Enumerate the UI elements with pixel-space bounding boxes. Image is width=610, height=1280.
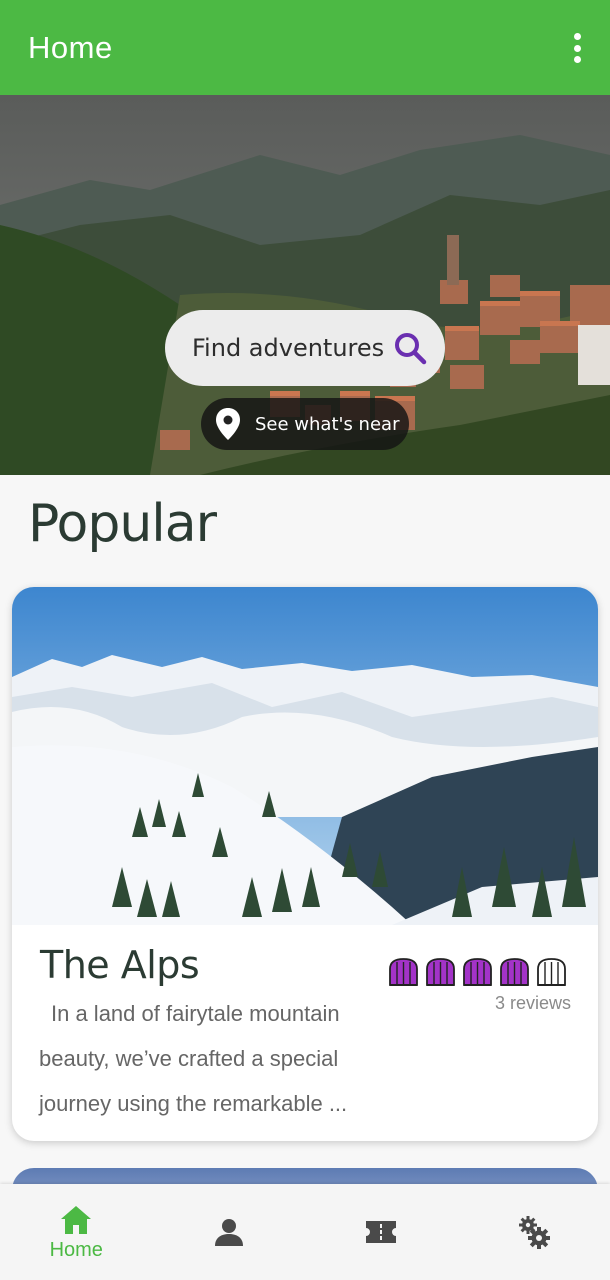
hero-banner: Find adventures See what's near xyxy=(0,95,610,475)
rating-icon-empty xyxy=(537,958,566,986)
nav-item-settings[interactable] xyxy=(458,1184,610,1280)
nav-item-tickets[interactable] xyxy=(305,1184,458,1280)
search-icon[interactable] xyxy=(393,331,427,365)
settings-icon xyxy=(518,1216,550,1249)
see-whats-near-label: See what's near xyxy=(255,413,400,435)
section-title-popular: Popular xyxy=(28,494,217,554)
more-options-icon[interactable] xyxy=(572,33,582,63)
nav-label-home: Home xyxy=(49,1238,103,1261)
rating-stars xyxy=(388,957,567,987)
nav-item-home[interactable]: Home xyxy=(0,1184,153,1280)
bottom-navigation: Home xyxy=(0,1184,610,1280)
rating-icon-filled xyxy=(500,958,529,986)
search-bar[interactable]: Find adventures xyxy=(165,310,445,386)
rating-icon-filled xyxy=(389,958,418,986)
app-bar: Home xyxy=(0,0,610,95)
page-title: Home xyxy=(28,29,113,65)
adventure-card[interactable]: The Alps 3 reviews In a land of fairytal… xyxy=(12,587,598,1141)
location-pin-icon xyxy=(216,408,240,440)
person-icon xyxy=(214,1219,243,1246)
see-whats-near-button[interactable]: See what's near xyxy=(201,398,409,450)
rating-icon-filled xyxy=(426,958,455,986)
alps-image xyxy=(12,587,598,925)
rating-icon-filled xyxy=(463,958,492,986)
search-placeholder: Find adventures xyxy=(192,334,385,362)
review-count: 3 reviews xyxy=(494,993,571,1013)
nav-item-profile[interactable] xyxy=(153,1184,306,1280)
card-title: The Alps xyxy=(40,943,200,987)
home-icon xyxy=(61,1205,92,1234)
ticket-icon xyxy=(366,1221,397,1243)
card-description: In a land of fairytale mountain beauty, … xyxy=(39,1001,348,1116)
